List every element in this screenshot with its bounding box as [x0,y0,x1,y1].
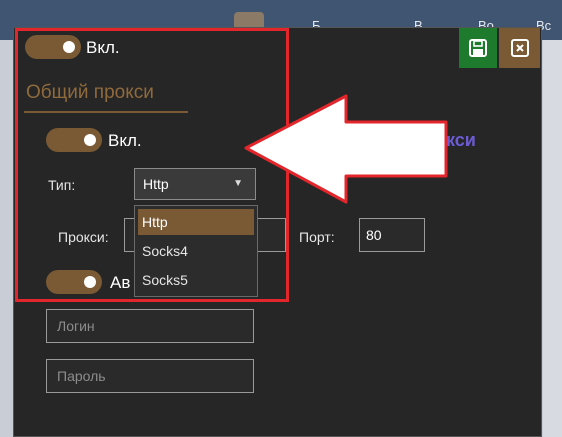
pointer-arrow-icon [244,94,448,204]
